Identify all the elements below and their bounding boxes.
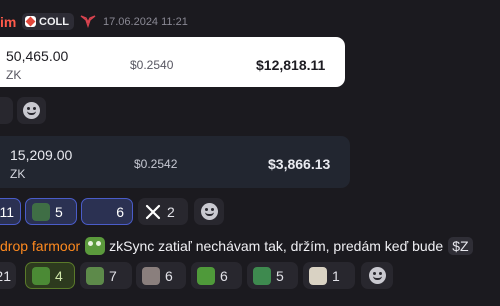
smiley-icon	[368, 267, 386, 284]
pepe-happy-emoji-icon	[197, 266, 215, 285]
reaction-pill[interactable]: 5	[247, 262, 298, 289]
reaction-count: 6	[165, 267, 173, 284]
pepe-party-emoji-icon	[253, 266, 271, 285]
cat-emoji-icon	[142, 266, 160, 285]
trade-price: $0.2540	[130, 58, 174, 72]
reaction-count: 2	[167, 203, 175, 220]
trade-card-2[interactable]: 15,209.00 ZK $0.2542 $3,866.13	[0, 136, 350, 188]
reaction-pill[interactable]: 11	[0, 198, 21, 225]
smiley-icon	[200, 203, 218, 220]
trade-total: $3,866.13	[268, 156, 331, 172]
frog-emoji-icon	[32, 202, 50, 221]
trade-total: $12,818.11	[256, 57, 326, 73]
trade-card-1[interactable]: 50,465.00 ZK $0.2540 $12,818.11	[0, 37, 345, 87]
reaction-pill[interactable]: 6	[191, 262, 242, 289]
coll-badge-label: COLL	[39, 15, 69, 28]
message-text: zkSync zatiaľ nechávam tak, držím, predá…	[109, 238, 444, 254]
reaction-count: 11	[0, 203, 14, 220]
trade-price: $0.2542	[134, 157, 178, 171]
reaction-pill[interactable]: 4	[25, 262, 75, 289]
cat-meme-emoji-icon	[309, 266, 327, 285]
reaction-pill[interactable]: 7	[80, 262, 132, 289]
trade-amount: 15,209.00	[10, 147, 73, 163]
reaction-pill[interactable]: 6	[136, 262, 186, 289]
reaction-count: 1	[332, 267, 340, 284]
collection-icon	[25, 16, 36, 27]
reaction-pill[interactable]: 21	[0, 262, 16, 289]
crossed-tools-icon	[145, 204, 161, 219]
add-reaction-button[interactable]	[361, 262, 393, 289]
add-reaction-button[interactable]	[194, 198, 224, 225]
trade-amount: 50,465.00	[6, 48, 69, 64]
reaction-count: 21	[0, 267, 11, 284]
reaction-pill[interactable]: 2	[138, 198, 188, 225]
level-wings-icon	[80, 15, 96, 28]
coll-badge[interactable]: COLL	[22, 13, 74, 30]
smiley-icon	[23, 102, 40, 119]
pepe-money-emoji-icon	[32, 266, 50, 285]
username[interactable]: im	[0, 13, 16, 31]
cashtag-chip[interactable]: $Z	[448, 237, 473, 255]
pepe-emoji-icon	[86, 266, 104, 285]
message-timestamp: 17.06.2024 11:21	[103, 16, 188, 28]
reaction-pill-cut[interactable]	[0, 97, 13, 124]
add-reaction-button[interactable]	[17, 97, 46, 124]
reaction-count: 6	[220, 267, 228, 284]
trade-token: ZK	[10, 167, 26, 181]
pepe-avatar-icon	[85, 237, 106, 255]
trade-token: ZK	[6, 68, 22, 82]
reaction-pill[interactable]: 6	[81, 198, 133, 225]
reaction-count: 4	[55, 267, 63, 284]
reaction-count: 5	[55, 203, 63, 220]
chat-message-line: drop farmoor zkSync zatiaľ nechávam tak,…	[0, 236, 473, 256]
reaction-count: 5	[276, 267, 284, 284]
reaction-count: 6	[116, 203, 124, 220]
reaction-count: 7	[109, 267, 117, 284]
sender-name[interactable]: drop farmoor	[0, 238, 80, 254]
reaction-pill[interactable]: 1	[303, 262, 355, 289]
reaction-pill[interactable]: 5	[25, 198, 77, 225]
